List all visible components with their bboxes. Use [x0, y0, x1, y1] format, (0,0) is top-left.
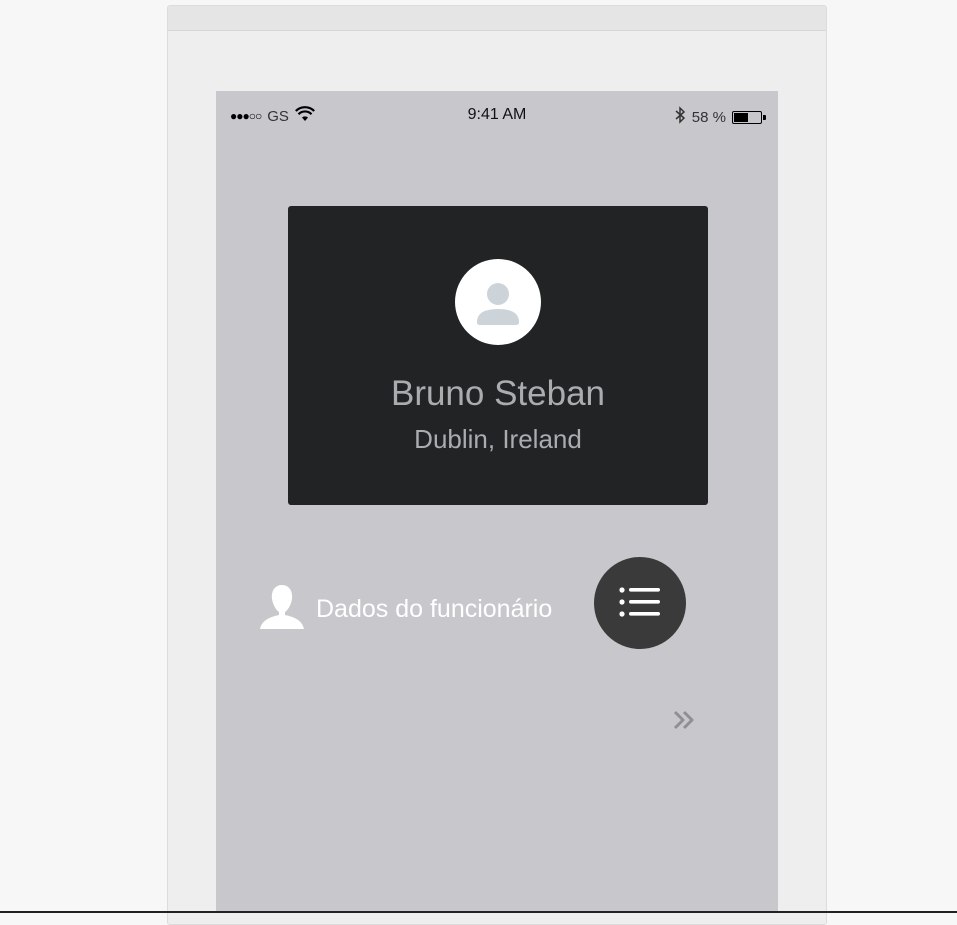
- employee-data-label: Dados do funcionário: [316, 595, 553, 623]
- battery-percent: 58 %: [691, 108, 726, 126]
- phone-screen: ●●●○○ GS 9:41 AM 58 % Bruno Steban Dubli…: [216, 91, 778, 913]
- frame-top-bar: [168, 6, 826, 31]
- profile-name: Bruno Steban: [390, 374, 606, 413]
- employee-data-link[interactable]: Dados do funcionário: [258, 583, 552, 636]
- status-right: 58 %: [674, 106, 766, 128]
- status-bar: ●●●○○ GS 9:41 AM 58 %: [216, 91, 778, 139]
- profile-location: Dublin, Ireland: [414, 424, 582, 454]
- person-silhouette-icon: [258, 583, 306, 636]
- next-button[interactable]: [672, 709, 698, 731]
- battery-tip: [763, 114, 766, 120]
- list-icon: [594, 587, 686, 653]
- battery-fill: [734, 112, 748, 122]
- double-chevron-right-icon: [672, 710, 698, 735]
- user-avatar-icon: [455, 259, 541, 345]
- bluetooth-icon: [674, 106, 686, 128]
- battery-icon: [732, 110, 766, 124]
- menu-list-button[interactable]: [594, 557, 686, 649]
- profile-card: Bruno Steban Dublin, Ireland: [288, 206, 708, 505]
